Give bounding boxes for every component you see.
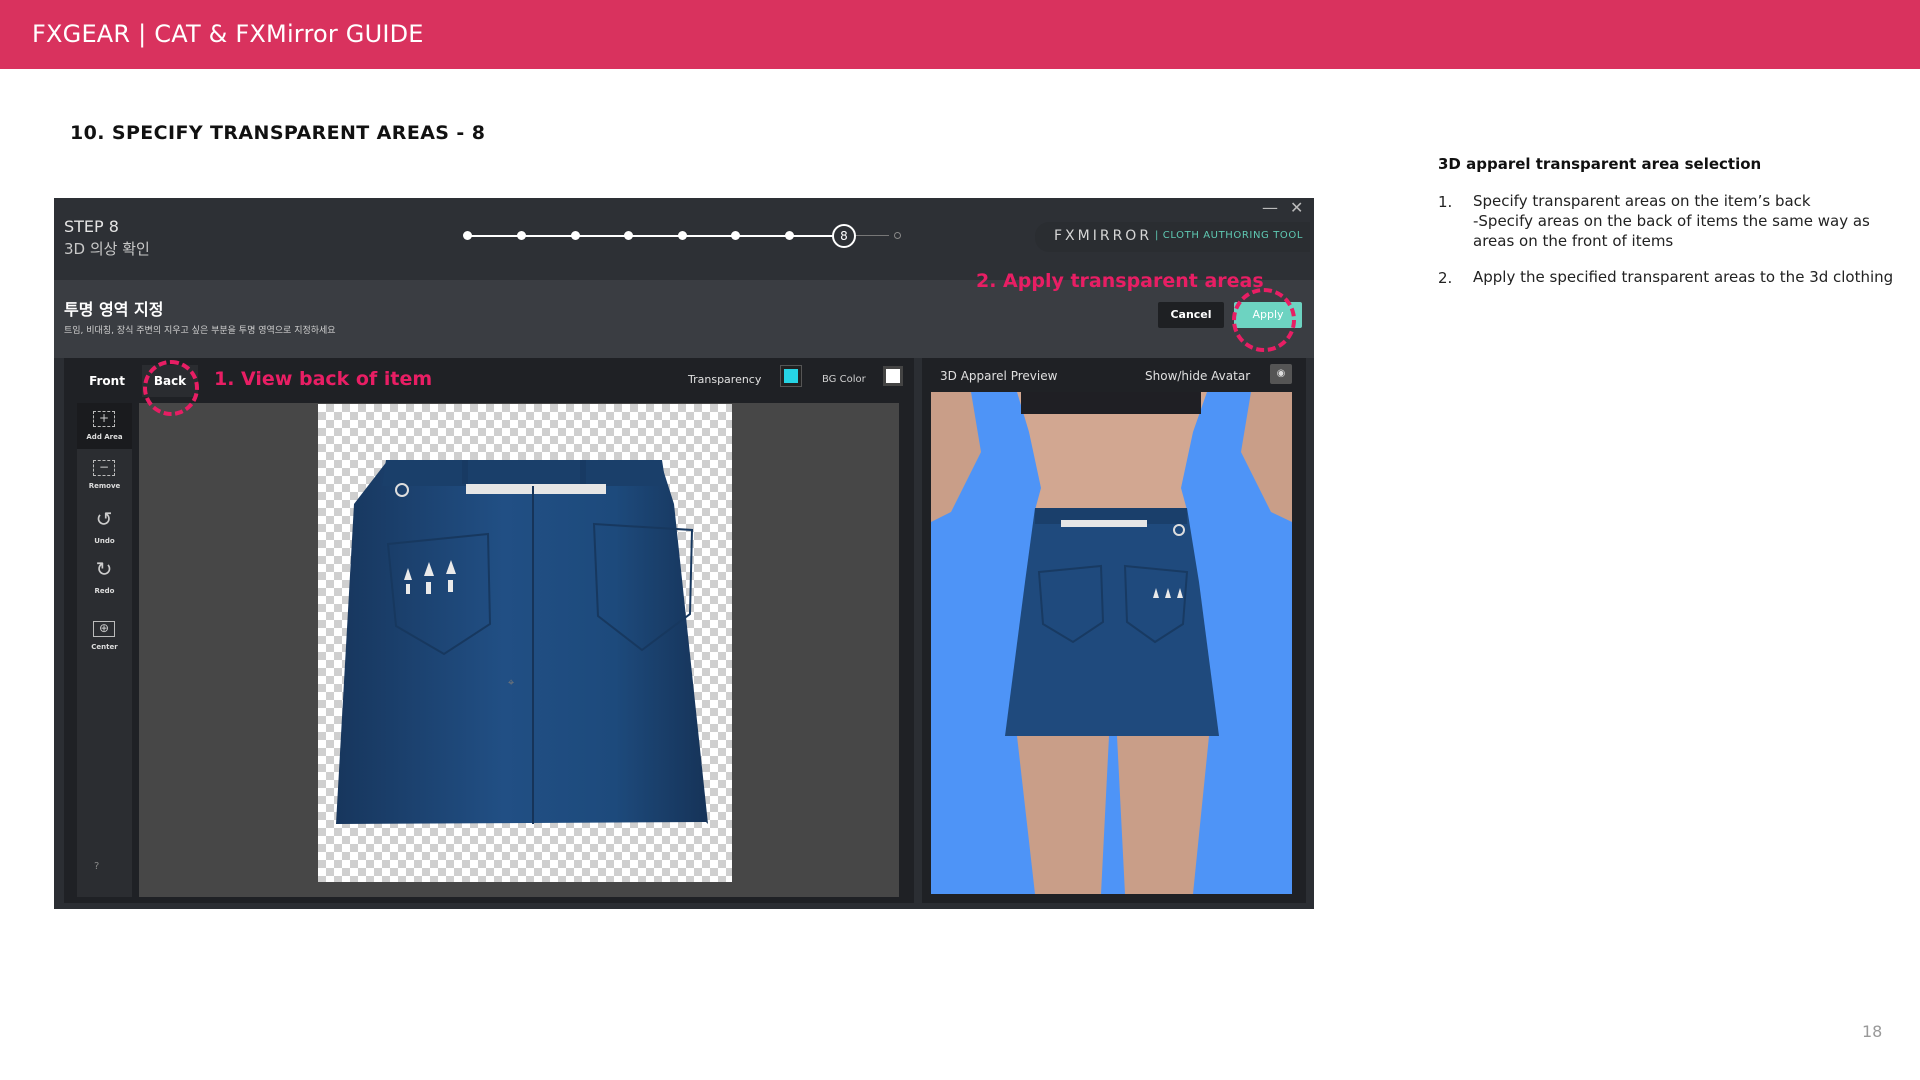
annotation-apply-areas: 2. Apply transparent areas bbox=[976, 270, 1264, 292]
progress-step-dot[interactable] bbox=[571, 231, 580, 240]
remove-area-icon: − bbox=[93, 460, 115, 476]
instruction-number: 1. bbox=[1438, 193, 1453, 211]
redo-icon: ↻ bbox=[95, 557, 113, 581]
cancel-button[interactable]: Cancel bbox=[1158, 302, 1224, 328]
progress-final-step[interactable] bbox=[894, 232, 901, 239]
instruction-line: areas on the front of items bbox=[1473, 232, 1674, 250]
guide-page: FXGEAR | CAT & FXMirror GUIDE 10. SPECIF… bbox=[0, 0, 1920, 1080]
annotation-circle-apply bbox=[1232, 288, 1296, 352]
instructions-title: 3D apparel transparent area selection bbox=[1438, 155, 1762, 173]
preview-title: 3D Apparel Preview bbox=[940, 369, 1058, 383]
step-subtitle: 3D 의상 확인 bbox=[64, 240, 150, 258]
brand-logo: FXMIRROR bbox=[1054, 228, 1153, 244]
header-title: FXGEAR | CAT & FXMirror GUIDE bbox=[32, 20, 424, 48]
progress-step-dot[interactable] bbox=[463, 231, 472, 240]
instruction-text: Specify transparent areas on the item’s … bbox=[1473, 191, 1913, 251]
step-label: STEP 8 bbox=[64, 217, 119, 236]
minimize-icon[interactable]: — bbox=[1262, 198, 1278, 217]
center-icon: ⊕ bbox=[93, 621, 115, 637]
header-bar: FXGEAR | CAT & FXMirror GUIDE bbox=[0, 0, 1920, 69]
remove-tool[interactable]: − Remove bbox=[77, 452, 132, 498]
section-title: 10. SPECIFY TRANSPARENT AREAS - 8 bbox=[70, 122, 486, 144]
progress-step-dot[interactable] bbox=[731, 231, 740, 240]
instruction-line: -Specify areas on the back of items the … bbox=[1473, 212, 1870, 230]
tool-label: Redo bbox=[94, 587, 115, 595]
instruction-line: Specify transparent areas on the item’s … bbox=[1473, 192, 1811, 210]
panel-title: 투명 영역 지정 bbox=[64, 300, 164, 319]
add-area-tool[interactable]: + Add Area bbox=[77, 403, 132, 449]
bg-color-label: BG Color bbox=[822, 374, 866, 385]
eye-icon[interactable]: ◉ bbox=[1270, 364, 1292, 384]
bg-color-swatch[interactable] bbox=[883, 366, 903, 386]
undo-icon: ↺ bbox=[95, 507, 113, 531]
tool-label: Undo bbox=[94, 537, 115, 545]
progress-step-dot[interactable] bbox=[678, 231, 687, 240]
instruction-number: 2. bbox=[1438, 269, 1453, 287]
skirt-back-image[interactable] bbox=[318, 404, 732, 882]
progress-step-dot[interactable] bbox=[517, 231, 526, 240]
brand-subtitle: | CLOTH AUTHORING TOOL bbox=[1155, 230, 1304, 241]
add-area-icon: + bbox=[93, 411, 115, 427]
avatar-3d-preview[interactable] bbox=[931, 392, 1292, 894]
tool-label: Add Area bbox=[86, 433, 123, 441]
transparency-label: Transparency bbox=[688, 373, 762, 386]
redo-tool[interactable]: ↻ Redo bbox=[77, 557, 132, 603]
undo-tool[interactable]: ↺ Undo bbox=[77, 507, 132, 553]
show-hide-avatar-label: Show/hide Avatar bbox=[1145, 369, 1251, 383]
instruction-text: Apply the specified transparent areas to… bbox=[1473, 267, 1913, 287]
annotation-view-back: 1. View back of item bbox=[214, 368, 433, 390]
tool-label: Remove bbox=[88, 482, 121, 490]
center-tool[interactable]: ⊕ Center bbox=[77, 613, 132, 659]
tab-front[interactable]: Front bbox=[74, 365, 140, 397]
panel-description: 트임, 비대칭, 장식 주변의 지우고 싶은 부분을 투명 영역으로 지정하세요 bbox=[64, 326, 336, 336]
tool-label: Center bbox=[91, 643, 118, 651]
app-screenshot: STEP 8 3D 의상 확인 — ✕ 8 FXMIRROR | CLOTH A… bbox=[54, 198, 1314, 909]
instruction-line: Apply the specified transparent areas to… bbox=[1473, 268, 1894, 286]
transparency-color-swatch[interactable] bbox=[780, 365, 802, 387]
progress-step-dot[interactable] bbox=[785, 231, 794, 240]
annotation-circle-back bbox=[143, 360, 199, 416]
close-icon[interactable]: ✕ bbox=[1290, 198, 1303, 217]
progress-step-dot[interactable] bbox=[624, 231, 633, 240]
progress-current-step[interactable]: 8 bbox=[832, 224, 856, 248]
page-number: 18 bbox=[1862, 1022, 1883, 1041]
help-icon[interactable]: ? bbox=[94, 861, 99, 872]
cursor-icon: ⌖ bbox=[508, 676, 515, 689]
